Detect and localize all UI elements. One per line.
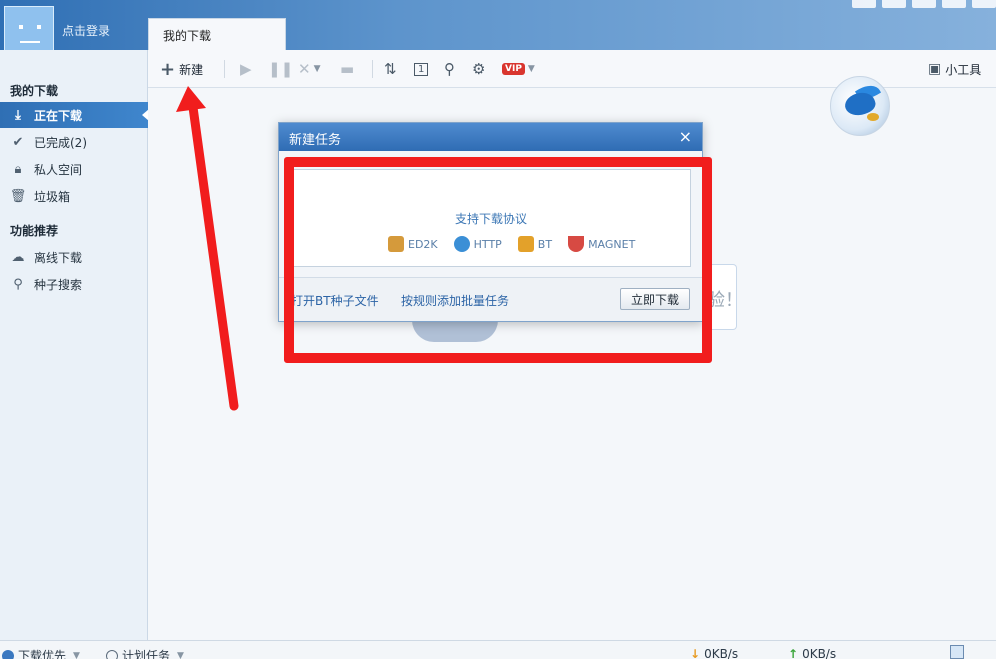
priority-icon [2,649,14,659]
download-speed: ↓ 0KB/s [690,647,738,659]
clock-icon [106,649,118,659]
red-arrow-annotation [176,86,239,411]
scheduled-task-dropdown[interactable]: 计划任务 ▼ [106,647,184,659]
scheduled-label: 计划任务 [122,649,171,659]
panel-toggle-icon[interactable] [950,645,964,659]
status-bar: 下载优先 ▼ 计划任务 ▼ ↓ 0KB/s ↑ 0KB/s [0,640,996,659]
chevron-down-icon: ▼ [73,650,80,659]
priority-label: 下载优先 [18,649,67,659]
download-priority-dropdown[interactable]: 下载优先 ▼ [2,647,80,659]
chevron-down-icon: ▼ [177,650,184,659]
download-speed-value: 0KB/s [704,647,739,659]
arrow-down-icon: ↓ [690,647,701,659]
arrow-up-icon: ↑ [788,647,799,659]
upload-speed-value: 0KB/s [802,647,837,659]
upload-speed: ↑ 0KB/s [788,647,836,659]
